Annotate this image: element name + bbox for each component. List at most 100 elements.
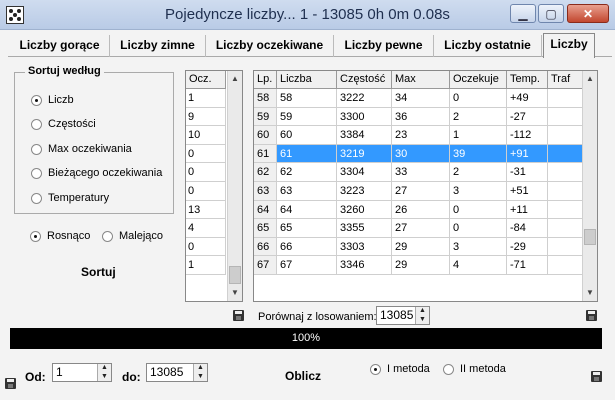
row-number-cell[interactable]: 65 (254, 219, 277, 238)
sort-by-temperature-radio[interactable]: Temperatury (31, 192, 109, 204)
table-cell[interactable] (548, 219, 583, 238)
table-cell[interactable]: 64 (277, 200, 337, 220)
table-cell[interactable]: 27 (392, 182, 450, 201)
spin-down-icon[interactable]: ▼ (98, 373, 111, 382)
table-cell[interactable]: 33 (392, 163, 450, 182)
table-cell[interactable]: 0 (450, 89, 507, 108)
table-cell[interactable]: 3304 (337, 163, 392, 182)
from-spinner[interactable]: 1 ▲ ▼ (52, 363, 112, 382)
ocz-cell[interactable]: 1 (186, 89, 226, 108)
calculate-button[interactable]: Oblicz (285, 369, 321, 383)
method-two-radio[interactable]: II metoda (443, 363, 506, 375)
table-cell[interactable] (548, 256, 583, 275)
sort-by-numbers-radio[interactable]: Liczb (31, 94, 74, 106)
table-cell[interactable]: -84 (507, 219, 548, 238)
table-cell[interactable]: 58 (277, 89, 337, 108)
table-cell[interactable]: 39 (450, 144, 507, 164)
table-cell[interactable]: 59 (277, 107, 337, 127)
table-scrollbar[interactable]: ▲ ▼ (582, 71, 597, 301)
spin-down-icon[interactable]: ▼ (194, 373, 207, 382)
ocz-cell[interactable]: 4 (186, 219, 226, 238)
table-cell[interactable] (548, 200, 583, 220)
table-cell[interactable]: +49 (507, 89, 548, 108)
ocz-cell[interactable]: 13 (186, 200, 226, 220)
table-cell[interactable]: 3 (450, 182, 507, 201)
row-number-cell[interactable]: 58 (254, 89, 277, 108)
table-cell[interactable]: 27 (392, 219, 450, 238)
close-button[interactable]: ✕ (567, 4, 609, 23)
table-cell[interactable]: 23 (392, 126, 450, 145)
table-cell[interactable]: 3355 (337, 219, 392, 238)
sort-by-current-wait-radio[interactable]: Bieżącego oczekiwania (31, 167, 162, 179)
table-cell[interactable]: 34 (392, 89, 450, 108)
table-cell[interactable]: 65 (277, 219, 337, 238)
table-cell[interactable]: -71 (507, 256, 548, 275)
table-cell[interactable] (548, 182, 583, 201)
ocz-cell[interactable]: 9 (186, 107, 226, 127)
table-cell[interactable] (548, 144, 583, 164)
table-cell[interactable]: 3303 (337, 237, 392, 257)
table-cell[interactable]: 29 (392, 237, 450, 257)
table-cell[interactable]: 3346 (337, 256, 392, 275)
table-cell[interactable] (548, 163, 583, 182)
table-cell[interactable]: 61 (277, 144, 337, 164)
tab-sure[interactable]: Liczby pewne (334, 35, 434, 57)
ocz-scrollbar[interactable]: ▲ ▼ (227, 71, 242, 301)
tab-last[interactable]: Liczby ostatnie (434, 35, 542, 57)
table-cell[interactable]: 29 (392, 256, 450, 275)
table-cell[interactable]: 3219 (337, 144, 392, 164)
ocz-cell[interactable]: 0 (186, 237, 226, 257)
table-cell[interactable]: 3384 (337, 126, 392, 145)
table-cell[interactable]: 2 (450, 163, 507, 182)
column-header[interactable]: Temp. (507, 71, 548, 89)
scroll-thumb[interactable] (584, 229, 596, 245)
table-cell[interactable]: 1 (450, 126, 507, 145)
table-cell[interactable]: 3223 (337, 182, 392, 201)
table-cell[interactable]: -29 (507, 237, 548, 257)
table-cell[interactable]: 62 (277, 163, 337, 182)
scroll-up-icon[interactable]: ▲ (228, 71, 242, 87)
minimize-button[interactable]: ▁ (510, 4, 536, 23)
method-one-radio[interactable]: I metoda (370, 363, 430, 375)
scroll-thumb[interactable] (229, 266, 241, 284)
descending-radio[interactable]: Malejąco (102, 230, 163, 242)
to-spinner[interactable]: 13085 ▲ ▼ (146, 363, 208, 382)
tab-cold[interactable]: Liczby zimne (110, 35, 206, 57)
compare-draw-value[interactable]: 13085 (380, 307, 413, 324)
ocz-cell[interactable]: 0 (186, 163, 226, 182)
ocz-cell[interactable]: 0 (186, 144, 226, 164)
table-cell[interactable]: -112 (507, 126, 548, 145)
sort-button[interactable]: Sortuj (81, 265, 116, 279)
column-header[interactable]: Liczba (277, 71, 337, 89)
row-number-cell[interactable]: 66 (254, 237, 277, 257)
table-cell[interactable]: -31 (507, 163, 548, 182)
spin-up-icon[interactable]: ▲ (98, 364, 111, 373)
spinner-buttons[interactable]: ▲ ▼ (97, 364, 111, 381)
row-number-cell[interactable]: 63 (254, 182, 277, 201)
ocz-cell[interactable]: 0 (186, 181, 226, 201)
tab-numbers[interactable]: Liczby (543, 33, 595, 58)
scroll-down-icon[interactable]: ▼ (583, 285, 597, 301)
column-header[interactable]: Lp. (254, 71, 277, 89)
table-cell[interactable]: +51 (507, 182, 548, 201)
ocz-cell[interactable]: 1 (186, 256, 226, 275)
column-header[interactable]: Traf (548, 71, 583, 89)
save-icon[interactable] (5, 378, 16, 389)
spin-up-icon[interactable]: ▲ (416, 307, 429, 316)
table-cell[interactable]: +11 (507, 200, 548, 220)
sort-by-frequency-radio[interactable]: Częstości (31, 118, 96, 130)
ascending-radio[interactable]: Rosnąco (30, 230, 90, 242)
table-cell[interactable] (548, 126, 583, 145)
scroll-down-icon[interactable]: ▼ (228, 285, 242, 301)
column-header[interactable]: Max (392, 71, 450, 89)
table-cell[interactable]: 63 (277, 182, 337, 201)
row-number-cell[interactable]: 61 (254, 144, 277, 164)
table-cell[interactable]: 2 (450, 107, 507, 127)
table-cell[interactable]: 0 (450, 200, 507, 220)
column-header[interactable]: Częstość (337, 71, 392, 89)
tab-hot[interactable]: Liczby gorące (10, 35, 110, 57)
row-number-cell[interactable]: 59 (254, 107, 277, 127)
row-number-cell[interactable]: 67 (254, 256, 277, 275)
maximize-button[interactable]: ▢ (538, 4, 564, 23)
table-cell[interactable]: -27 (507, 107, 548, 127)
